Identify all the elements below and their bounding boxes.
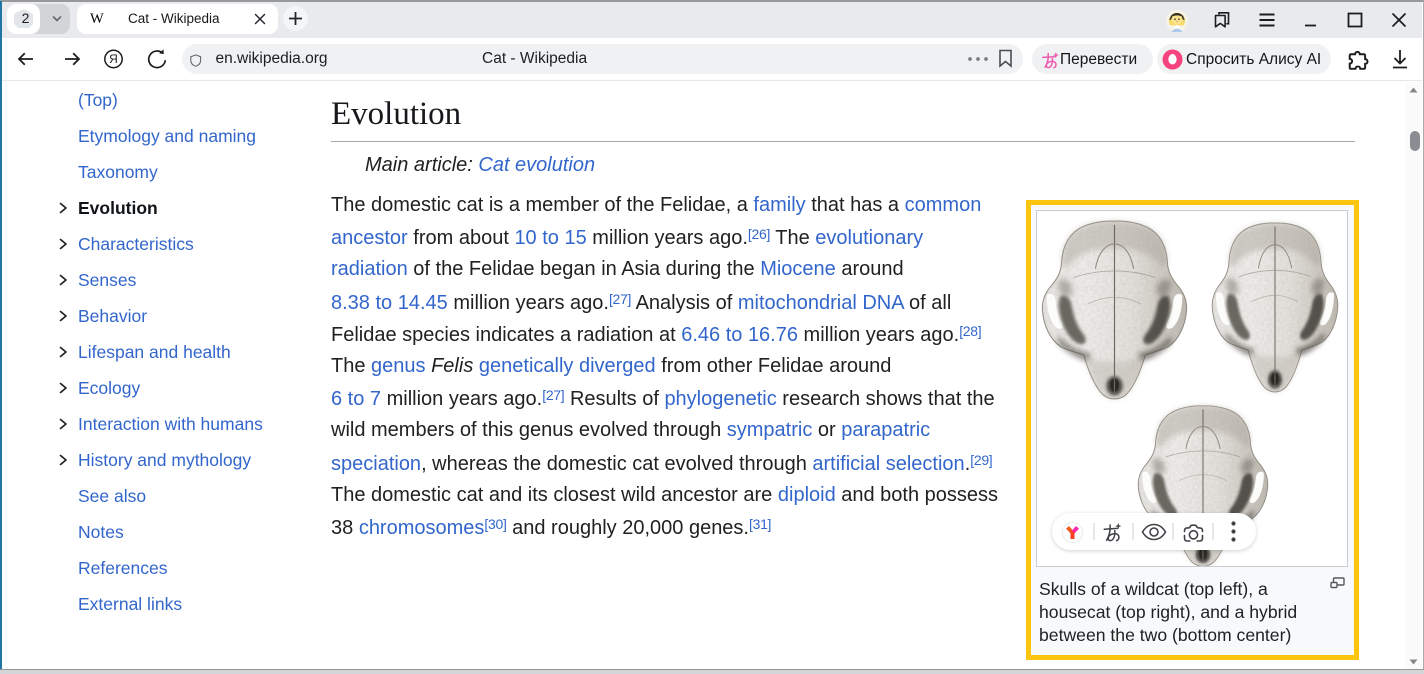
svg-text:Я: Я xyxy=(109,52,118,66)
